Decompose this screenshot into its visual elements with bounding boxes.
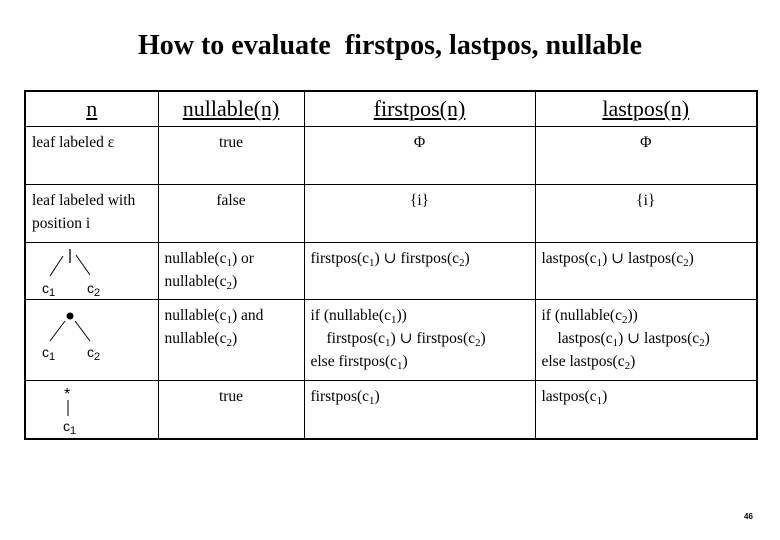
- header-lastpos: lastpos(n): [534, 90, 758, 127]
- cat-node-tree-diagram: c1 c2: [26, 300, 156, 363]
- cell-nullable: nullable(c1) and nullable(c2): [164, 307, 264, 349]
- cell-firstpos: {i}: [409, 192, 430, 209]
- cell-lastpos: lastpos(c1): [541, 388, 608, 407]
- cell-n: leaf labeled ε: [32, 134, 115, 151]
- cell-lastpos: Φ: [640, 134, 652, 151]
- cell-lastpos: if (nullable(c2)) lastpos(c1) ∪ lastpos(…: [541, 307, 710, 372]
- child-label-c1: c1: [42, 280, 56, 299]
- cell-firstpos: firstpos(c1): [310, 388, 380, 407]
- cell-lastpos: lastpos(c1) ∪ lastpos(c2): [541, 250, 694, 269]
- table-row-cat-node: c1 c2 nullable(c1) and nullable(c2) if (…: [24, 299, 758, 381]
- cell-firstpos: Φ: [413, 134, 426, 151]
- slide-title: How to evaluate firstpos, lastpos, nulla…: [137, 30, 643, 61]
- header-row: n nullable(n) firstpos(n) lastpos(n): [24, 90, 758, 127]
- cell-nullable: nullable(c1) or nullable(c2): [164, 250, 254, 292]
- page-number: 46: [744, 512, 753, 521]
- tree-edges: [67, 400, 69, 416]
- header-nullable: nullable(n): [157, 90, 305, 127]
- child-label-c1: c1: [63, 418, 77, 437]
- child-label-c1: c1: [42, 344, 56, 363]
- cell-n: leaf labeled with position i: [32, 192, 136, 232]
- rules-table: n nullable(n) firstpos(n) lastpos(n) lea…: [24, 90, 758, 440]
- star-node-tree-diagram: * c1: [26, 381, 156, 437]
- table-row-position-leaf: leaf labeled with position i false {i} {…: [24, 184, 758, 243]
- cell-nullable: false: [216, 192, 246, 209]
- cell-firstpos: if (nullable(c1)) firstpos(c1) ∪ firstpo…: [310, 307, 486, 372]
- child-label-c2: c2: [87, 280, 101, 299]
- table-row-or-node: c1 c2 nullable(c1) or nullable(c2) first…: [24, 242, 758, 300]
- or-node-tree-diagram: c1 c2: [26, 243, 156, 299]
- header-firstpos: firstpos(n): [303, 90, 536, 127]
- cell-nullable: true: [218, 134, 244, 151]
- cell-firstpos: firstpos(c1) ∪ firstpos(c2): [310, 250, 470, 269]
- header-n: n: [24, 90, 159, 127]
- child-label-c2: c2: [87, 344, 101, 363]
- cat-node-dot-icon: [66, 312, 74, 320]
- cell-lastpos: {i}: [636, 192, 656, 209]
- cell-nullable: true: [218, 388, 244, 405]
- table-row-epsilon-leaf: leaf labeled ε true Φ Φ: [24, 126, 758, 185]
- table-row-star-node: * c1 true firstpos(c1) lastpos(c1): [24, 380, 758, 440]
